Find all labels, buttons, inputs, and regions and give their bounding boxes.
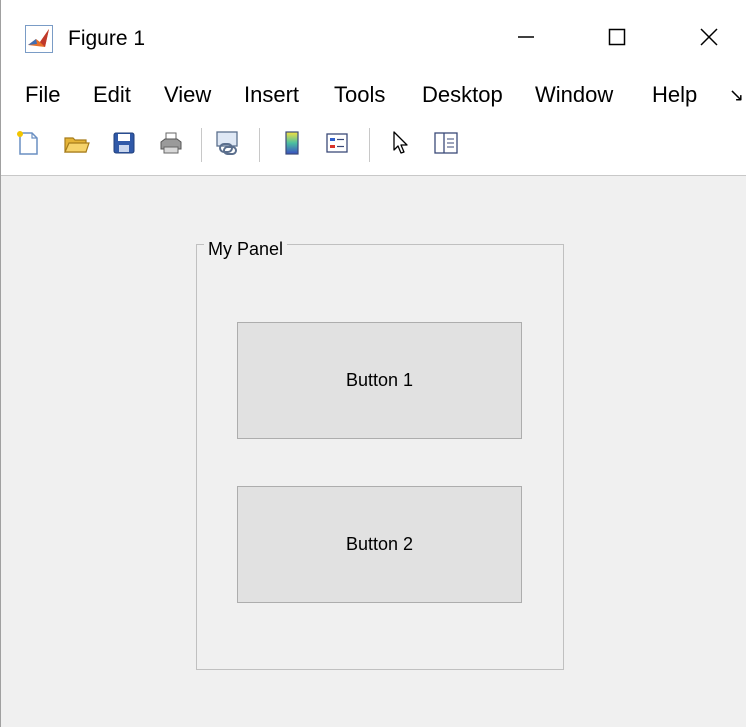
menu-insert[interactable]: Insert xyxy=(244,81,299,109)
link-plot-icon xyxy=(216,131,238,155)
minimize-icon xyxy=(518,36,534,38)
save-button[interactable] xyxy=(109,128,139,158)
figure-window: Figure 1 File Edit View Insert Tools Des… xyxy=(0,0,746,727)
menu-tools[interactable]: Tools xyxy=(334,81,385,109)
menu-help[interactable]: Help xyxy=(652,81,697,109)
property-inspector-icon xyxy=(434,132,458,154)
window-title: Figure 1 xyxy=(68,27,146,50)
pointer-icon xyxy=(393,131,408,154)
open-file-icon xyxy=(64,137,90,153)
menu-overflow-chevron-icon[interactable]: ↘ xyxy=(729,81,744,109)
close-icon xyxy=(700,28,718,46)
menu-file[interactable]: File xyxy=(25,81,60,109)
ui-panel xyxy=(196,244,564,670)
maximize-icon xyxy=(608,28,626,46)
open-file-button[interactable] xyxy=(61,128,91,158)
menu-window[interactable]: Window xyxy=(535,81,613,109)
colorbar-icon xyxy=(285,131,299,155)
print-button[interactable] xyxy=(156,128,186,158)
toolbar-separator xyxy=(259,128,260,162)
maximize-button[interactable] xyxy=(594,20,640,54)
new-figure-icon xyxy=(17,131,38,155)
button-2[interactable]: Button 2 xyxy=(237,486,522,603)
legend-icon xyxy=(326,133,348,153)
toolbar-separator xyxy=(369,128,370,162)
new-figure-button[interactable] xyxy=(13,128,43,158)
panel-title: My Panel xyxy=(204,237,288,261)
edit-plot-button[interactable] xyxy=(386,128,416,158)
link-plot-button[interactable] xyxy=(212,128,242,158)
matlab-logo-icon xyxy=(25,25,53,53)
print-icon xyxy=(160,132,182,154)
menu-edit[interactable]: Edit xyxy=(93,81,131,109)
menu-desktop[interactable]: Desktop xyxy=(422,81,503,109)
toolbar-separator xyxy=(201,128,202,162)
menu-view[interactable]: View xyxy=(164,81,211,109)
minimize-button[interactable] xyxy=(503,20,549,54)
insert-legend-button[interactable] xyxy=(322,128,352,158)
button-1[interactable]: Button 1 xyxy=(237,322,522,439)
close-button[interactable] xyxy=(686,20,732,54)
save-icon xyxy=(113,132,135,154)
property-inspector-button[interactable] xyxy=(431,128,461,158)
insert-colorbar-button[interactable] xyxy=(277,128,307,158)
